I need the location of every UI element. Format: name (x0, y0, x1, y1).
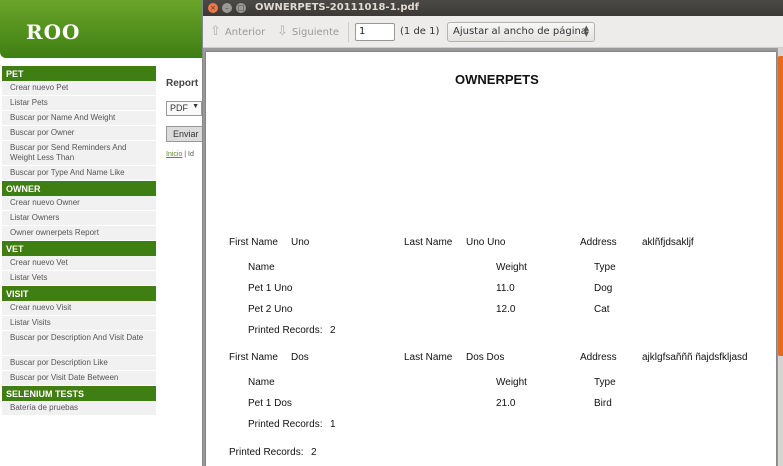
sidebar-heading-visit: VISIT (2, 286, 156, 301)
viewer-toolbar: ⇧ Anterior ⇩ Siguiente 1 (1 de 1) Ajustar … (203, 16, 783, 48)
sidebar-item-buscar-type-name[interactable]: Buscar por Type And Name Like (2, 166, 156, 181)
pet-type: Dog (594, 283, 613, 294)
pdf-viewer-window: × – □ OWNERPETS-20111018-1.pdf ⇧ Anterior… (202, 0, 783, 466)
sidebar-item-listar-owners[interactable]: Listar Owners (2, 211, 156, 226)
sidebar-item-buscar-owner[interactable]: Buscar por Owner (2, 126, 156, 141)
printed-records-label: Printed Records: (248, 325, 323, 336)
sidebar-item-buscar-name-weight[interactable]: Buscar por Name And Weight (2, 111, 156, 126)
last-name-value: Dos Dos (466, 352, 505, 363)
chevron-down-icon: ▼ (192, 103, 199, 110)
format-select[interactable]: PDF ▼ (166, 101, 202, 116)
sidebar-item-crear-vet[interactable]: Crear nuevo Vet (2, 256, 156, 271)
pet-name: Pet 1 Dos (248, 398, 292, 409)
sidebar-item-buscar-desc-date[interactable]: Buscar por Description And Visit Date (2, 331, 156, 356)
zoom-select-value: Ajustar al ancho de página (453, 26, 587, 37)
window-titlebar[interactable]: × – □ OWNERPETS-20111018-1.pdf (203, 0, 783, 16)
sidebar-item-listar-pets[interactable]: Listar Pets (2, 96, 156, 111)
sidebar-item-listar-visits[interactable]: Listar Visits (2, 316, 156, 331)
pet-type: Bird (594, 398, 612, 409)
breadcrumb-home-link[interactable]: Inicio (166, 151, 182, 158)
minimize-icon[interactable]: – (222, 3, 232, 13)
sidebar-heading-owner: OWNER (2, 181, 156, 196)
last-name-value: Uno Uno (466, 237, 506, 248)
send-button[interactable]: Enviar (166, 126, 206, 142)
address-value: aklñfjdsakljf (642, 237, 694, 248)
breadcrumb: Inicio | Id (166, 151, 194, 158)
address-label: Address (580, 237, 617, 248)
screen: ROO PET Crear nuevo Pet Listar Pets Busc… (0, 0, 783, 466)
total-printed-records-value: 2 (311, 447, 317, 458)
report-label: Report (166, 78, 199, 89)
first-name-label: First Name (229, 352, 278, 363)
sidebar-heading-selenium: SELENIUM TESTS (2, 386, 156, 401)
breadcrumb-rest: | Id (184, 151, 194, 158)
toolbar-separator (348, 22, 349, 42)
sidebar: PET Crear nuevo Pet Listar Pets Buscar p… (2, 66, 156, 416)
type-column-header: Type (594, 377, 616, 388)
sidebar-heading-pet: PET (2, 66, 156, 81)
sidebar-item-bateria-pruebas[interactable]: Batería de pruebas (2, 401, 156, 416)
weight-column-header: Weight (496, 262, 527, 273)
document-area[interactable]: OWNERPETS First Name Uno Last Name Uno U… (203, 48, 783, 466)
pdf-page: OWNERPETS First Name Uno Last Name Uno U… (206, 52, 776, 466)
total-printed-records-label: Printed Records: (229, 447, 304, 458)
app-logo[interactable]: ROO (26, 20, 80, 44)
printed-records-value: 1 (330, 419, 336, 430)
close-icon[interactable]: × (208, 3, 218, 13)
sidebar-item-buscar-reminders[interactable]: Buscar por Send Reminders And Weight Les… (2, 141, 156, 166)
window-title: OWNERPETS-20111018-1.pdf (255, 2, 420, 13)
first-name-value: Dos (291, 352, 309, 363)
page-count: (1 de 1) (400, 26, 440, 37)
sidebar-item-owner-report[interactable]: Owner ownerpets Report (2, 226, 156, 241)
next-page-button[interactable]: ⇩ Siguiente (277, 24, 339, 40)
sidebar-item-crear-visit[interactable]: Crear nuevo Visit (2, 301, 156, 316)
printed-records-value: 2 (330, 325, 336, 336)
page-number-input[interactable]: 1 (355, 23, 395, 41)
previous-page-button[interactable]: ⇧ Anterior (210, 24, 265, 40)
name-column-header: Name (248, 377, 275, 388)
sidebar-item-buscar-date-between[interactable]: Buscar por Visit Date Between (2, 371, 156, 386)
format-select-value: PDF (170, 103, 188, 113)
first-name-value: Uno (291, 237, 310, 248)
previous-page-label: Anterior (224, 27, 266, 38)
zoom-select[interactable]: Ajustar al ancho de página ▲ ▼ (447, 22, 595, 42)
printed-records-label: Printed Records: (248, 419, 323, 430)
pet-type: Cat (594, 304, 610, 315)
address-label: Address (580, 352, 617, 363)
sidebar-heading-vet: VET (2, 241, 156, 256)
vertical-scrollbar[interactable] (778, 48, 783, 466)
updown-arrows-icon: ▲ ▼ (583, 24, 589, 38)
last-name-label: Last Name (404, 237, 453, 248)
sidebar-item-listar-vets[interactable]: Listar Vets (2, 271, 156, 286)
arrow-up-icon: ⇧ (210, 24, 221, 39)
maximize-icon[interactable]: □ (236, 3, 246, 13)
pet-name: Pet 2 Uno (248, 304, 293, 315)
weight-column-header: Weight (496, 377, 527, 388)
scrollbar-thumb[interactable] (778, 56, 783, 356)
first-name-label: First Name (229, 237, 278, 248)
last-name-label: Last Name (404, 352, 453, 363)
pet-weight: 12.0 (496, 304, 516, 315)
address-value: ajklgfsañññ ñajdsfkljasd (642, 352, 748, 363)
pet-weight: 11.0 (496, 283, 515, 294)
type-column-header: Type (594, 262, 616, 273)
pet-name: Pet 1 Uno (248, 283, 293, 294)
name-column-header: Name (248, 262, 275, 273)
arrow-down-icon: ⇩ (277, 24, 288, 39)
report-title: OWNERPETS (455, 72, 539, 87)
next-page-label: Siguiente (291, 27, 340, 38)
sidebar-item-crear-owner[interactable]: Crear nuevo Owner (2, 196, 156, 211)
pet-weight: 21.0 (496, 398, 516, 409)
sidebar-item-buscar-desc-like[interactable]: Buscar por Description Like (2, 356, 156, 371)
sidebar-item-crear-pet[interactable]: Crear nuevo Pet (2, 81, 156, 96)
